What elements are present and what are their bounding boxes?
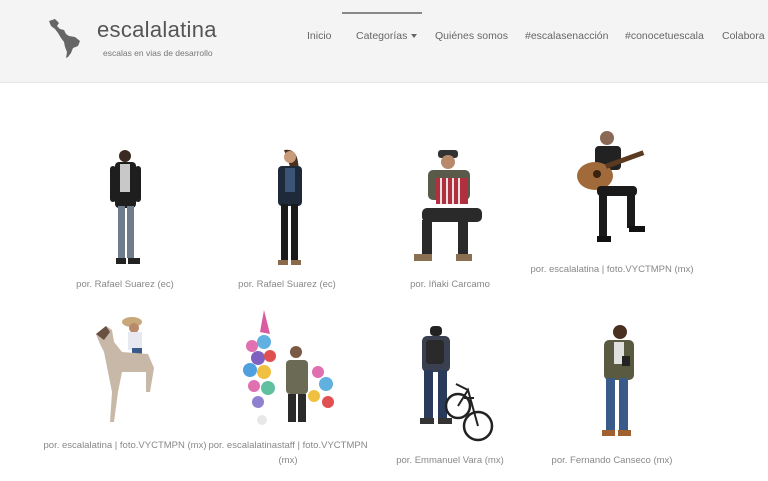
- nav-item-quienes-somos[interactable]: Quiénes somos: [435, 30, 508, 42]
- site-tagline: escalas en vias de desarrollo: [103, 48, 213, 58]
- nav-item-conocetuescala[interactable]: #conocetuescala: [625, 30, 704, 42]
- nav-item-colabora[interactable]: Colabora: [722, 30, 765, 42]
- site-title[interactable]: escalalatina: [97, 17, 217, 43]
- nav-item-escalasenaccion[interactable]: #escalasenacción: [525, 30, 608, 42]
- gallery-caption[interactable]: por. escalalatina | foto.VYCTMPN (mx): [40, 438, 210, 453]
- gallery-caption[interactable]: por. Emmanuel Vara (mx): [365, 453, 535, 468]
- gallery-caption[interactable]: por. escalalatina | foto.VYCTMPN (mx): [527, 262, 697, 277]
- site-header: escalalatina escalas en vias de desarrol…: [0, 0, 768, 83]
- nav-item-categorias[interactable]: Categorías: [356, 30, 418, 42]
- gallery-card[interactable]: [262, 148, 322, 273]
- gallery-caption[interactable]: por. escalalatinastaff | foto.VYCTMPN (m…: [203, 438, 373, 468]
- gallery-caption[interactable]: por. Rafael Suarez (ec): [202, 277, 372, 292]
- accordion-player-figure-icon: [414, 150, 482, 261]
- cyclist-figure-icon: [420, 326, 494, 442]
- gallery-caption[interactable]: por. Fernando Canseco (mx): [527, 453, 697, 468]
- standing-man-figure-icon: [110, 150, 141, 264]
- gallery-card[interactable]: [575, 128, 650, 258]
- standing-woman-figure-icon: [278, 149, 302, 265]
- gallery-caption[interactable]: por. Iñaki Carcamo: [365, 277, 535, 292]
- balloon-vendor-figure-icon: [243, 310, 334, 425]
- man-with-phone-figure-icon: [602, 325, 634, 436]
- latin-america-map-icon[interactable]: [47, 17, 83, 59]
- gallery-card[interactable]: [412, 148, 492, 273]
- guitar-player-figure-icon: [577, 131, 645, 242]
- gallery-card[interactable]: [240, 310, 340, 432]
- horse-rider-figure-icon: [96, 317, 154, 422]
- gallery-card[interactable]: [588, 322, 648, 447]
- gallery-card[interactable]: [412, 326, 497, 451]
- gallery-card[interactable]: [92, 312, 160, 434]
- nav-active-indicator: [342, 12, 422, 14]
- caret-down-icon: [411, 34, 418, 39]
- nav-item-inicio[interactable]: Inicio: [307, 30, 332, 42]
- gallery-card[interactable]: [100, 148, 160, 273]
- gallery-caption[interactable]: por. Rafael Suarez (ec): [40, 277, 210, 292]
